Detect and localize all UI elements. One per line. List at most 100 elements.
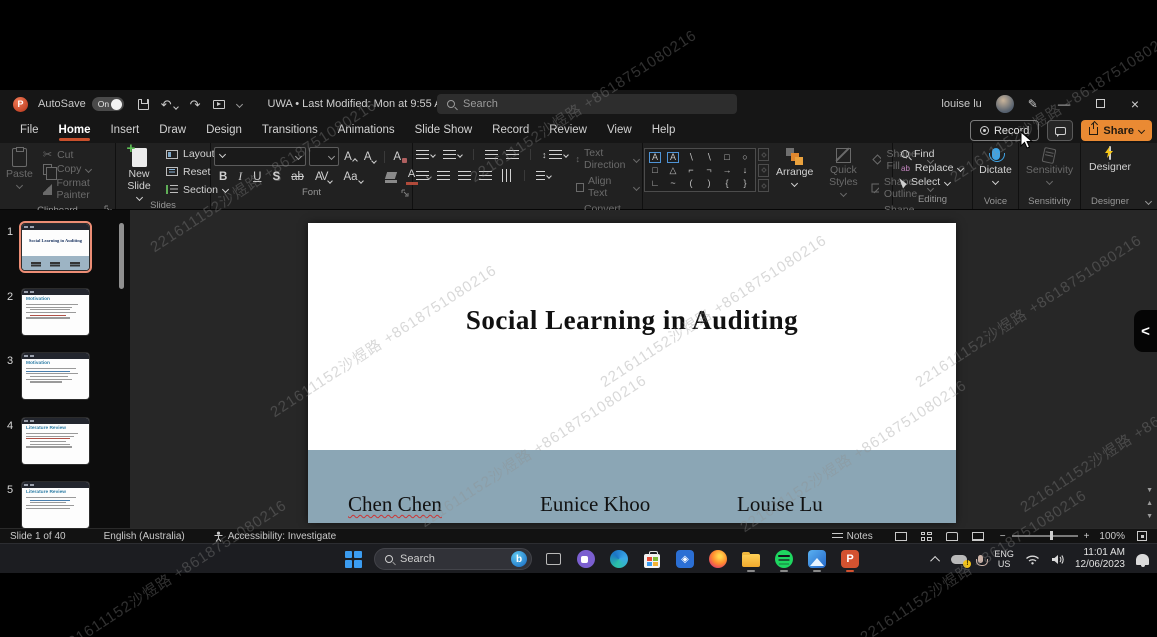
reading-view-button[interactable]	[945, 531, 958, 541]
cut-button[interactable]: ✂ Cut	[40, 147, 114, 162]
columns-button[interactable]	[502, 169, 511, 182]
shape-textbox[interactable]: A	[648, 151, 661, 163]
tab-review[interactable]: Review	[539, 120, 597, 142]
language-indicator[interactable]: English (Australia)	[104, 531, 185, 542]
strikethrough-button[interactable]: ab	[289, 171, 306, 183]
autosave-toggle[interactable]: On	[91, 97, 124, 111]
shape-right-brace[interactable]: }	[743, 179, 746, 188]
author-chen-chen[interactable]: Chen Chen	[348, 492, 442, 517]
author-louise-lu[interactable]: Louise Lu	[737, 492, 823, 517]
dictate-button[interactable]: Dictate	[974, 145, 1017, 194]
numbering-button[interactable]	[443, 150, 463, 159]
slideshow-view-button[interactable]	[971, 531, 984, 541]
shape-elbow-connector[interactable]: ⌐	[688, 166, 693, 175]
shape-arc[interactable]: (	[690, 179, 693, 188]
font-dialog-launcher-icon[interactable]	[401, 189, 409, 197]
font-size-combobox[interactable]	[309, 147, 340, 166]
comments-button[interactable]	[1047, 120, 1074, 141]
tab-record[interactable]: Record	[482, 120, 539, 142]
powerpoint-taskbar-button[interactable]: P	[838, 546, 862, 572]
select-button[interactable]: Select	[898, 175, 971, 189]
shapes-scroll-up-icon[interactable]	[758, 148, 769, 161]
chat-app-button[interactable]	[574, 546, 598, 572]
tab-view[interactable]: View	[597, 120, 642, 142]
taskbar-search[interactable]: Search b	[374, 548, 532, 570]
accessibility-status[interactable]: Accessibility: Investigate	[213, 531, 336, 542]
author-eunice-khoo[interactable]: Eunice Khoo	[540, 492, 650, 517]
shape-arrow-line[interactable]: ∖	[706, 152, 712, 162]
font-name-combobox[interactable]	[214, 147, 307, 166]
align-right-button[interactable]	[458, 171, 471, 180]
shrink-font-button[interactable]: A	[362, 151, 379, 164]
blue-app-button[interactable]: ◈	[673, 546, 697, 572]
designer-button[interactable]: Designer	[1084, 145, 1136, 194]
ink-pen-icon[interactable]: ✎	[1028, 98, 1038, 110]
firefox-button[interactable]	[706, 546, 730, 572]
minimize-button[interactable]: —	[1052, 97, 1076, 111]
slide-indicator[interactable]: Slide 1 of 40	[10, 531, 66, 542]
tab-transitions[interactable]: Transitions	[252, 120, 328, 142]
italic-button[interactable]: I	[236, 171, 244, 183]
shape-rectangle[interactable]: □	[724, 152, 729, 162]
collapse-pane-tab[interactable]: <	[1134, 310, 1157, 352]
zoom-slider[interactable]	[1011, 531, 1078, 541]
undo-icon[interactable]: ↶	[161, 98, 179, 111]
paste-button[interactable]: Paste	[1, 145, 38, 205]
find-button[interactable]: Find	[898, 147, 971, 161]
zoom-out-button[interactable]: −	[1000, 531, 1006, 542]
autosave-control[interactable]: AutoSave On	[38, 97, 124, 111]
fit-slide-to-window-icon[interactable]	[1137, 531, 1147, 541]
line-spacing-button[interactable]: ↕	[542, 150, 569, 160]
onedrive-icon[interactable]	[951, 554, 972, 568]
shape-left-brace[interactable]: {	[725, 179, 728, 188]
copy-button[interactable]: Copy	[40, 162, 114, 180]
qat-overflow-icon[interactable]	[235, 100, 243, 108]
normal-view-button[interactable]	[894, 531, 907, 541]
slide-thumbnail-2[interactable]: Motivation	[22, 289, 89, 335]
decrease-indent-button[interactable]	[485, 150, 498, 159]
slide-thumbnail-1[interactable]: Social Learning in Auditing	[19, 221, 92, 273]
wifi-icon[interactable]	[1025, 554, 1040, 565]
slide-thumbnail-5[interactable]: Literature Review	[22, 482, 89, 528]
shapes-scroll-down-icon[interactable]	[758, 163, 769, 177]
save-icon[interactable]	[137, 98, 149, 110]
tab-help[interactable]: Help	[642, 120, 686, 142]
add-remove-columns-button[interactable]	[536, 171, 552, 180]
shape-line[interactable]: ∖	[688, 152, 694, 162]
next-slide-button[interactable]: ▼	[1146, 513, 1153, 520]
powerpoint-app-icon[interactable]: P	[13, 96, 28, 112]
edge-button[interactable]	[607, 546, 631, 572]
shape-freeform[interactable]: ∟	[651, 179, 660, 188]
task-view-button[interactable]	[541, 546, 567, 572]
slide-sorter-view-button[interactable]	[920, 531, 932, 541]
shapes-gallery-more-icon[interactable]	[758, 179, 769, 192]
shape-right-arrow[interactable]: →	[723, 166, 732, 175]
titlebar-search[interactable]: Search	[437, 94, 737, 114]
underline-button[interactable]: U	[251, 171, 263, 183]
document-title[interactable]: UWA • Last Modified: Mon at 9:55 AM	[268, 98, 463, 110]
tray-microphone-icon[interactable]	[975, 555, 988, 566]
tab-slide-show[interactable]: Slide Show	[405, 120, 483, 142]
shape-rounded-rectangle[interactable]: □	[652, 166, 657, 175]
redo-icon[interactable]: ↷	[190, 98, 201, 111]
file-explorer-button[interactable]	[739, 546, 763, 572]
clear-formatting-button[interactable]: A	[391, 151, 409, 163]
sensitivity-button[interactable]: Sensitivity	[1021, 145, 1078, 194]
zoom-in-button[interactable]: +	[1084, 531, 1090, 542]
change-case-button[interactable]: Aa	[341, 171, 364, 184]
start-slideshow-icon[interactable]	[212, 99, 225, 109]
text-shadow-button[interactable]: S	[270, 171, 282, 183]
start-button[interactable]	[341, 546, 365, 572]
shape-textbox-alt[interactable]: A	[666, 151, 679, 163]
volume-icon[interactable]	[1051, 554, 1064, 565]
thumbnail-scrollbar[interactable]	[119, 223, 124, 289]
replace-button[interactable]: ab Replace	[898, 161, 971, 175]
shape-curve[interactable]: ~	[670, 179, 675, 188]
photos-button[interactable]	[805, 546, 829, 572]
shape-oval[interactable]: ○	[742, 152, 747, 162]
notes-button[interactable]: Notes	[831, 531, 873, 542]
zoom-slider-thumb[interactable]	[1049, 531, 1054, 541]
character-spacing-button[interactable]: AV	[313, 171, 335, 184]
user-avatar[interactable]	[995, 95, 1014, 113]
align-text-button[interactable]: Align Text	[575, 175, 641, 199]
